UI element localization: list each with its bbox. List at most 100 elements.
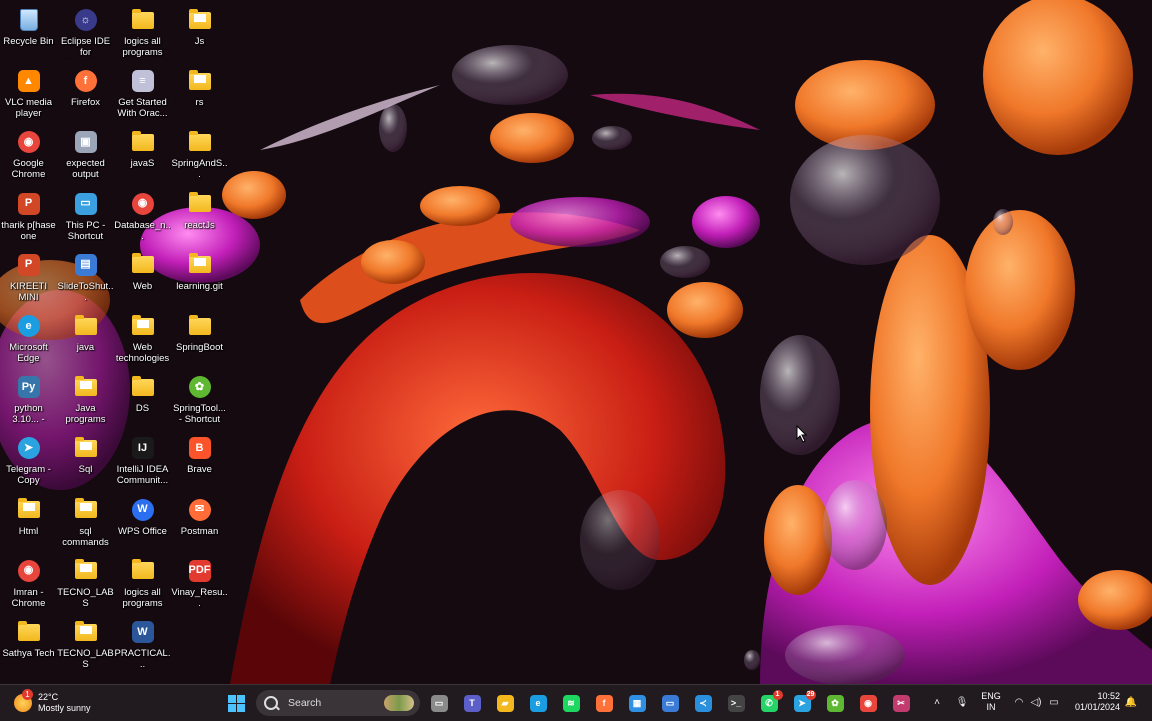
desktop-icon-label: WPS Office <box>118 525 167 537</box>
desktop-icon[interactable]: Ptharik p[hase one <box>0 187 57 245</box>
desktop-icon[interactable]: Recycle Bin <box>0 3 57 61</box>
desktop-icon[interactable]: Java programs <box>57 370 114 428</box>
notification-bell-icon[interactable]: 🔔 <box>1124 695 1138 709</box>
desktop-icon[interactable]: P KIREETI MINI <box>0 248 57 306</box>
desktop-icon[interactable]: ◉ Database_n... <box>114 187 171 245</box>
desktop-icon[interactable]: Html <box>0 493 57 551</box>
desktop-icon[interactable]: javaS <box>114 125 171 183</box>
chevron-up-icon[interactable]: ˄ <box>930 695 944 709</box>
folder-icon <box>188 69 212 93</box>
desktop-icon-label: Sql <box>78 464 93 476</box>
desktop-icon[interactable]: Py python 3.10... - Shortcut <box>0 370 57 428</box>
region-code: IN <box>986 702 996 712</box>
desktop-icon-label: PRACTICAL... <box>114 648 171 670</box>
wps-office-icon: W <box>131 498 155 522</box>
pdf-icon: PDF <box>188 559 212 583</box>
firefox-icon: f <box>74 69 98 93</box>
folder-icon <box>74 375 98 399</box>
desktop-icon-label: TECNO_LABS <box>57 648 114 670</box>
desktop-icon[interactable]: B Brave <box>171 431 228 489</box>
desktop-icon-label: Web <box>132 280 153 292</box>
taskbar: 1 22°C Mostly sunny Search ▭ T ▰ e ≋ f ▦ ▭ ≺ >_ ✆ 1… <box>0 684 1152 721</box>
wifi-icon[interactable]: ◠ <box>1012 695 1026 709</box>
desktop-icon[interactable]: learning.git <box>171 248 228 306</box>
desktop-icon[interactable]: e Microsoft Edge <box>0 309 57 367</box>
vlc-icon: ▲ <box>17 69 41 93</box>
microphone-icon[interactable]: 🎙 <box>955 695 969 709</box>
desktop-icon-label: Database_n... <box>114 219 171 242</box>
desktop-icon-label: logics all programs <box>122 36 163 58</box>
desktop-icon[interactable]: PDF Vinay_Resu... <box>171 554 228 612</box>
desktop-icon[interactable]: DS <box>114 370 171 428</box>
desktop-icon[interactable]: TECNO_LABS <box>57 615 114 673</box>
desktop-icon[interactable]: SpringBoot <box>171 309 228 367</box>
mouse-cursor-icon <box>796 425 808 443</box>
desktop-icon[interactable]: rs <box>171 64 228 122</box>
desktop-icon-label: Brave <box>187 464 212 476</box>
desktop-icon-label: VLC media player <box>5 97 52 120</box>
desktop-icon-grid: Recycle Bin ☼ Eclipse IDE for Enterpris...… <box>0 0 240 684</box>
desktop-icon[interactable]: ☼ Eclipse IDE for Enterpris... <box>57 3 114 61</box>
desktop-icon[interactable]: ✉ Postman <box>171 493 228 551</box>
desktop-icon[interactable]: ➤ Telegram - Copy <box>0 431 57 489</box>
chrome-icon: ◉ <box>17 130 41 154</box>
desktop-icon-label: DS <box>135 403 150 415</box>
folder-icon <box>188 314 212 338</box>
folder-icon <box>131 559 155 583</box>
desktop-icon[interactable]: ◉ Google Chrome <box>0 125 57 183</box>
desktop-icon[interactable]: logics all programs <box>114 3 171 61</box>
folder-icon <box>131 253 155 277</box>
desktop-icon[interactable]: ✿ SpringTool... - Shortcut <box>171 370 228 428</box>
folder-icon <box>131 375 155 399</box>
folder-icon <box>74 498 98 522</box>
desktop-icon-label: SpringBoot <box>175 342 223 353</box>
desktop-icon[interactable]: java <box>57 309 114 367</box>
folder-icon <box>74 620 98 644</box>
desktop-icon-label: reactJs <box>184 219 215 231</box>
desktop-icon[interactable]: reactJs <box>171 187 228 245</box>
shutdown-shortcut-icon: ▤ <box>74 253 98 277</box>
folder-icon <box>188 253 212 277</box>
volume-icon[interactable]: ◁) <box>1029 695 1043 709</box>
folder-icon <box>74 314 98 338</box>
language-code: ENG <box>981 691 1001 701</box>
desktop-icon-label: Vinay_Resu... <box>171 586 228 609</box>
desktop-icon[interactable]: Web technologies <box>114 309 171 367</box>
desktop-icon-label: Js <box>194 36 205 47</box>
desktop-icon-label: rs <box>195 97 204 109</box>
desktop-icon[interactable]: ▭ This PC - Shortcut <box>57 187 114 245</box>
desktop-icon-label: Google Chrome <box>11 158 46 181</box>
desktop-icon[interactable]: ▣ expected output <box>57 125 114 183</box>
desktop-icon[interactable]: ◉ Imran - Chrome <box>0 554 57 612</box>
desktop-icon[interactable]: Web <box>114 248 171 306</box>
desktop-icon[interactable]: ≡ Get Started With Orac... <box>114 64 171 122</box>
desktop-icon-label: Get Started With Orac... <box>117 97 168 120</box>
desktop-icon[interactable]: SpringAndS... <box>171 125 228 183</box>
desktop-icon-label: java <box>76 342 95 353</box>
battery-icon[interactable]: ▭ <box>1047 695 1061 709</box>
clock[interactable]: 10:52 01/01/2024 <box>1070 691 1120 713</box>
desktop-icon-label: Postman <box>180 525 219 537</box>
desktop-icon-label: Sathya Tech <box>2 648 55 659</box>
desktop-icon[interactable]: f Firefox <box>57 64 114 122</box>
desktop-icon[interactable]: Sathya Tech <box>0 615 57 673</box>
language-indicator[interactable]: ENG IN <box>981 691 1001 713</box>
desktop-icon[interactable]: logics all programs <box>114 554 171 612</box>
desktop-icon-label: Java programs <box>65 403 106 426</box>
folder-icon <box>188 130 212 154</box>
desktop-icon[interactable]: Js <box>171 3 228 61</box>
folder-icon <box>131 314 155 338</box>
image-file-icon: ▣ <box>74 130 98 154</box>
word-icon: W <box>131 620 155 644</box>
desktop-icon[interactable]: ▲ VLC media player <box>0 64 57 122</box>
desktop-icon-label: Eclipse IDE for Enterpris... <box>60 36 111 59</box>
desktop-icon[interactable]: W WPS Office <box>114 493 171 551</box>
desktop-icon-label: Web technologies <box>115 342 170 364</box>
desktop-icon[interactable]: TECNO_LABS <box>57 554 114 612</box>
desktop-icon[interactable]: sql commands <box>57 493 114 551</box>
desktop-icon[interactable]: W PRACTICAL... <box>114 615 171 673</box>
desktop-icon[interactable]: IJ IntelliJ IDEA Communit... <box>114 431 171 489</box>
python-icon: Py <box>17 375 41 399</box>
desktop-icon[interactable]: ▤ SlideToShut... <box>57 248 114 306</box>
desktop-icon[interactable]: Sql <box>57 431 114 489</box>
